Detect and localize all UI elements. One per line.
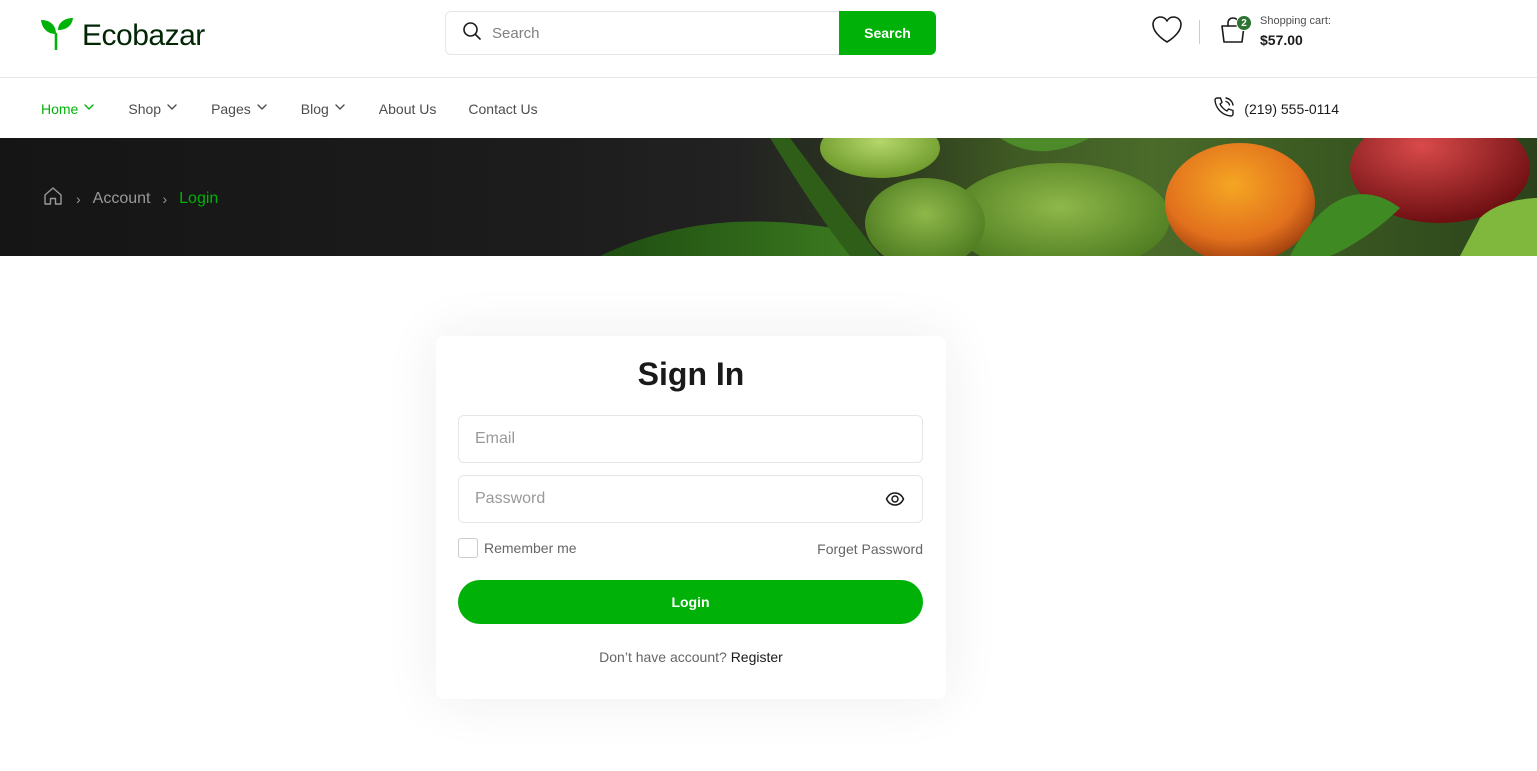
remember-checkbox[interactable] bbox=[458, 538, 478, 558]
cart-badge: 2 bbox=[1236, 15, 1252, 31]
chevron-down-icon bbox=[165, 100, 179, 117]
phone-icon bbox=[1212, 95, 1236, 122]
search-button[interactable]: Search bbox=[839, 11, 936, 55]
forget-password-link[interactable]: Forget Password bbox=[817, 541, 923, 557]
breadcrumb-account[interactable]: Account bbox=[93, 190, 151, 208]
chevron-down-icon bbox=[255, 100, 269, 117]
cart-summary[interactable]: Shopping cart: $57.00 bbox=[1260, 14, 1331, 50]
header-divider bbox=[1199, 20, 1200, 44]
nav-item-label: About Us bbox=[378, 100, 437, 117]
nav-item-blog[interactable]: Blog bbox=[301, 100, 347, 117]
signin-card: Sign In Remember me Forget Password Logi… bbox=[436, 336, 946, 699]
leaf-logo-icon bbox=[40, 16, 74, 55]
password-field bbox=[458, 475, 923, 523]
no-account-text: Don’t have account? bbox=[599, 649, 727, 665]
eye-icon[interactable] bbox=[884, 488, 906, 510]
breadcrumb-login: Login bbox=[179, 189, 219, 207]
search-bar: Search bbox=[445, 11, 936, 55]
wishlist-button[interactable] bbox=[1150, 15, 1184, 49]
phone-number: (219) 555-0114 bbox=[1244, 100, 1339, 117]
breadcrumb-separator: › bbox=[162, 190, 168, 207]
nav-item-label: Home bbox=[41, 100, 79, 117]
cart-label: Shopping cart: bbox=[1260, 15, 1331, 27]
phone-contact[interactable]: (219) 555-0114 bbox=[1212, 79, 1339, 138]
nav-item-label: Contact Us bbox=[468, 100, 538, 117]
nav-item-label: Pages bbox=[211, 100, 251, 117]
search-input[interactable] bbox=[492, 24, 792, 42]
vegetables-banner-image bbox=[600, 138, 1537, 256]
logo-text: Ecobazar bbox=[82, 18, 205, 52]
signin-title: Sign In bbox=[637, 356, 745, 392]
email-field bbox=[458, 415, 923, 463]
nav-menu: Home Shop Pages Blog About Us Contact Us bbox=[41, 79, 570, 138]
header-actions: 2 Shopping cart: $57.00 bbox=[1150, 14, 1331, 50]
nav-item-pages[interactable]: Pages bbox=[211, 100, 269, 117]
home-icon[interactable] bbox=[42, 185, 64, 212]
email-input[interactable] bbox=[475, 430, 906, 448]
password-input[interactable] bbox=[475, 490, 884, 508]
nav-item-home[interactable]: Home bbox=[41, 100, 96, 117]
logo[interactable]: Ecobazar bbox=[40, 16, 205, 55]
breadcrumb-separator: › bbox=[76, 190, 81, 207]
remember-me[interactable]: Remember me bbox=[458, 538, 577, 558]
remember-label: Remember me bbox=[484, 540, 577, 556]
nav-item-about-us[interactable]: About Us bbox=[379, 101, 437, 117]
heart-icon bbox=[1151, 15, 1183, 50]
login-button[interactable]: Login bbox=[458, 580, 923, 624]
nav-item-shop[interactable]: Shop bbox=[128, 100, 179, 117]
breadcrumb-banner bbox=[0, 138, 1537, 256]
chevron-down-icon bbox=[333, 100, 347, 117]
register-prompt: Don’t have account? Register bbox=[436, 649, 946, 665]
search-icon bbox=[462, 21, 482, 46]
register-link[interactable]: Register bbox=[731, 649, 783, 665]
cart-button[interactable]: 2 bbox=[1216, 15, 1252, 49]
main-nav: Home Shop Pages Blog About Us Contact Us bbox=[0, 79, 1537, 138]
cart-total: $57.00 bbox=[1260, 32, 1303, 48]
chevron-down-icon bbox=[82, 100, 96, 117]
nav-item-label: Blog bbox=[300, 100, 329, 117]
breadcrumb: › Account › Login bbox=[42, 185, 218, 212]
search-field bbox=[445, 11, 839, 55]
nav-item-label: Shop bbox=[128, 100, 162, 117]
top-header: Ecobazar Search Search 2 Shopping cart: … bbox=[0, 0, 1537, 78]
nav-item-contact-us[interactable]: Contact Us bbox=[468, 101, 537, 117]
